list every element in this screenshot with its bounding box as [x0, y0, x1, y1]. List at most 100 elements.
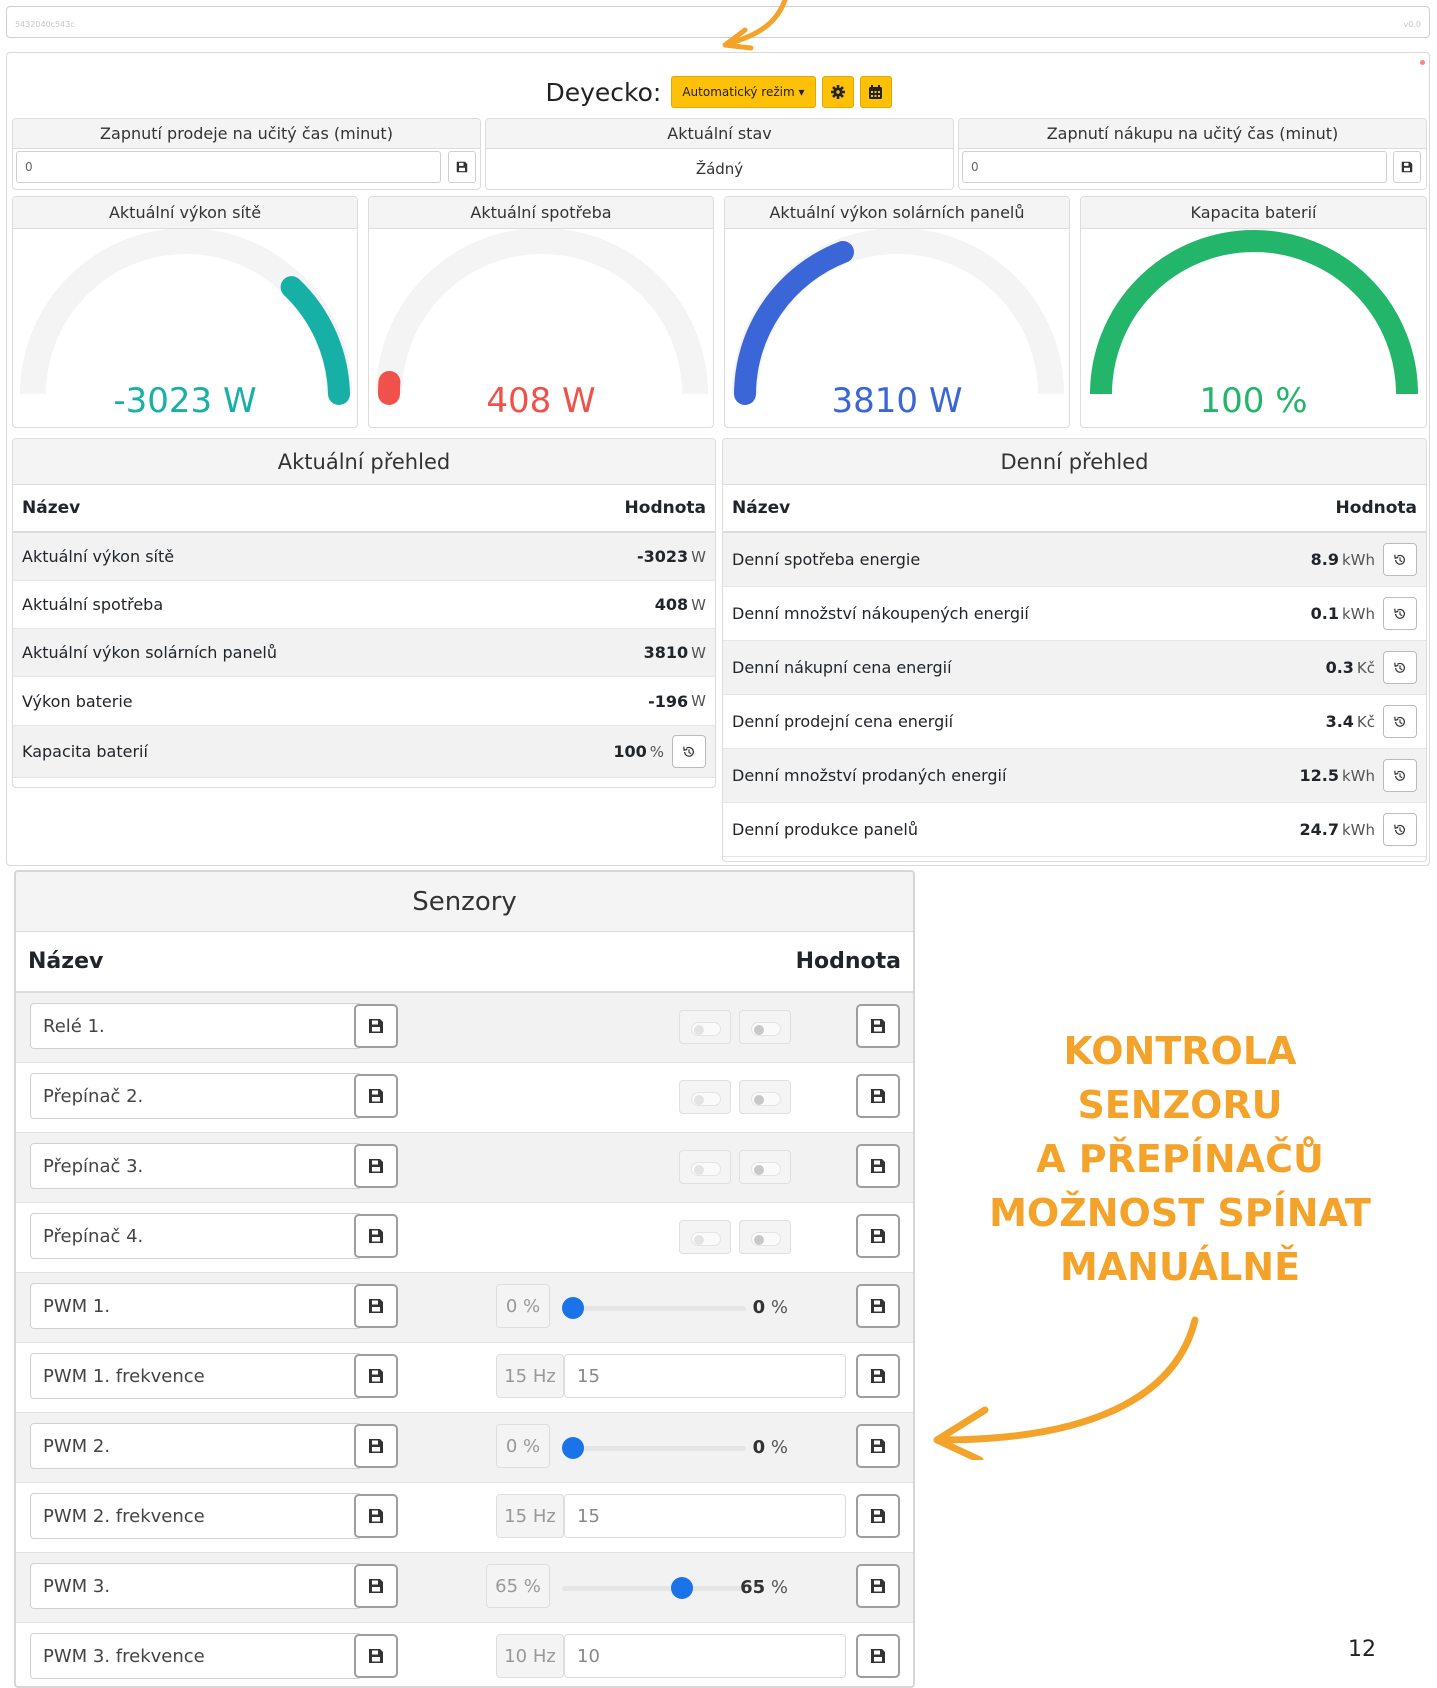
- sensor-name-save-button[interactable]: [354, 1074, 398, 1118]
- slider-handle[interactable]: [562, 1297, 584, 1319]
- floppy-disk-icon: [871, 1579, 885, 1593]
- table-row: Aktuální spotřeba 408 W: [13, 581, 715, 629]
- sensor-row: Přepínač 3.: [16, 1133, 913, 1203]
- sensor-name-save-button[interactable]: [354, 1424, 398, 1468]
- sensor-name-input[interactable]: PWM 2. frekvence: [30, 1493, 362, 1539]
- row-name: Kapacita baterií: [22, 742, 148, 761]
- slider-track[interactable]: [562, 1446, 746, 1451]
- row-name: Denní množství prodaných energií: [732, 766, 1007, 785]
- buy-timer-save-button[interactable]: [1393, 151, 1421, 183]
- page-number: 12: [1348, 1637, 1376, 1662]
- sensor-value-save-button[interactable]: [856, 1074, 900, 1118]
- slider-handle[interactable]: [670, 1577, 693, 1599]
- sensor-value-save-button[interactable]: [856, 1214, 900, 1258]
- toggle-switch[interactable]: [739, 1220, 791, 1254]
- sensor-name-save-button[interactable]: [354, 1494, 398, 1538]
- calendar-icon: [869, 85, 883, 99]
- sensor-name-input[interactable]: Přepínač 2.: [30, 1073, 362, 1119]
- sensor-name-save-button[interactable]: [354, 1284, 398, 1328]
- column-value: Hodnota: [795, 949, 901, 974]
- frequency-input[interactable]: 10: [564, 1634, 846, 1678]
- sensor-value-save-button[interactable]: [856, 1634, 900, 1678]
- dashboard-header: Deyecko: Automatický režim ▾: [0, 74, 1437, 110]
- calendar-button[interactable]: [859, 76, 892, 108]
- floppy-disk-icon: [871, 1089, 885, 1103]
- row-value: -196: [648, 691, 689, 711]
- history-button[interactable]: [1383, 597, 1417, 630]
- sensor-name-save-button[interactable]: [354, 1144, 398, 1188]
- sensor-value-save-button[interactable]: [856, 1564, 900, 1608]
- history-button[interactable]: [672, 735, 706, 768]
- buy-timer-input[interactable]: 0: [962, 151, 1387, 183]
- history-icon: [1394, 824, 1405, 835]
- sensor-name-input[interactable]: PWM 3. frekvence: [30, 1633, 362, 1679]
- history-button[interactable]: [1383, 651, 1417, 684]
- table-row: Denní produkce panelů 24.7 kWh: [723, 803, 1426, 857]
- frequency-input[interactable]: 15: [564, 1494, 846, 1538]
- annotation-line: A PŘEPÍNAČŮ: [1036, 1137, 1324, 1181]
- slider-track[interactable]: [562, 1306, 746, 1311]
- row-value: 0.3: [1325, 658, 1354, 677]
- slider-readout-unit: %: [770, 1437, 788, 1458]
- toggle-switch[interactable]: [679, 1080, 731, 1114]
- gear-icon: [830, 85, 845, 99]
- toggle-switch[interactable]: [739, 1150, 791, 1184]
- sensor-row: PWM 1. frekvence 15 Hz 15: [16, 1343, 913, 1413]
- slider-track[interactable]: [562, 1586, 746, 1591]
- row-value: 100: [613, 742, 647, 761]
- annotation-line: KONTROLA: [1063, 1029, 1297, 1073]
- annotation-line: MOŽNOST SPÍNAT: [989, 1191, 1371, 1235]
- row-value: 12.5: [1299, 766, 1339, 785]
- toggle-switch[interactable]: [679, 1010, 731, 1044]
- floppy-disk-icon: [871, 1439, 885, 1453]
- toggle-switch[interactable]: [739, 1010, 791, 1044]
- sensor-name-save-button[interactable]: [354, 1354, 398, 1398]
- gauge-value: 408 W: [486, 381, 596, 421]
- slider-readout: 65 %: [728, 1577, 788, 1598]
- sensor-name-input[interactable]: Přepínač 4.: [30, 1213, 362, 1259]
- sensor-row: PWM 2. 0 % 0 %: [16, 1413, 913, 1483]
- status-dot: [1420, 60, 1425, 65]
- sensor-name-input[interactable]: PWM 3.: [30, 1563, 362, 1609]
- table-title: Denní přehled: [723, 439, 1426, 485]
- history-button[interactable]: [1383, 813, 1417, 846]
- sensor-value-save-button[interactable]: [856, 1144, 900, 1188]
- settings-button[interactable]: [821, 76, 854, 108]
- history-button[interactable]: [1383, 543, 1417, 576]
- sell-timer-input[interactable]: 0: [16, 151, 441, 183]
- sensors-title: Senzory: [16, 872, 913, 932]
- sensor-name-input[interactable]: PWM 1.: [30, 1283, 362, 1329]
- sell-timer-save-button[interactable]: [448, 151, 476, 183]
- sensor-value-save-button[interactable]: [856, 1004, 900, 1048]
- sensor-name-input[interactable]: Přepínač 3.: [30, 1143, 362, 1189]
- sensor-value-save-button[interactable]: [856, 1284, 900, 1328]
- sensor-name-input[interactable]: PWM 2.: [30, 1423, 362, 1469]
- floppy-disk-icon: [369, 1019, 383, 1033]
- table-row: Denní množství nákoupených energií 0.1 kW…: [723, 587, 1426, 641]
- table-row: Aktuální výkon sítě -3023 W: [13, 533, 715, 581]
- row-unit: Kč: [1356, 712, 1375, 731]
- sensor-value-save-button[interactable]: [856, 1424, 900, 1468]
- sensor-name-save-button[interactable]: [354, 1214, 398, 1258]
- sensor-value-save-button[interactable]: [856, 1354, 900, 1398]
- sensor-name-input[interactable]: Relé 1.: [30, 1003, 362, 1049]
- row-name: Aktuální výkon solárních panelů: [22, 643, 278, 662]
- sensor-name-save-button[interactable]: [354, 1564, 398, 1608]
- history-button[interactable]: [1383, 759, 1417, 792]
- history-icon: [1394, 554, 1405, 565]
- toggle-switch[interactable]: [679, 1150, 731, 1184]
- sensor-value-save-button[interactable]: [856, 1494, 900, 1538]
- frequency-input[interactable]: 15: [564, 1354, 846, 1398]
- toggle-switch[interactable]: [679, 1220, 731, 1254]
- sensor-name-save-button[interactable]: [354, 1634, 398, 1678]
- mode-dropdown-button[interactable]: Automatický režim ▾: [671, 76, 816, 108]
- floppy-disk-icon: [871, 1019, 885, 1033]
- history-button[interactable]: [1383, 705, 1417, 738]
- column-value: Hodnota: [624, 498, 706, 518]
- gauge-value: -3023 W: [113, 381, 257, 421]
- toggle-switch[interactable]: [739, 1080, 791, 1114]
- slider-handle[interactable]: [562, 1437, 584, 1459]
- sensor-name-input[interactable]: PWM 1. frekvence: [30, 1353, 362, 1399]
- sensor-row: Přepínač 2.: [16, 1063, 913, 1133]
- sensor-name-save-button[interactable]: [354, 1004, 398, 1048]
